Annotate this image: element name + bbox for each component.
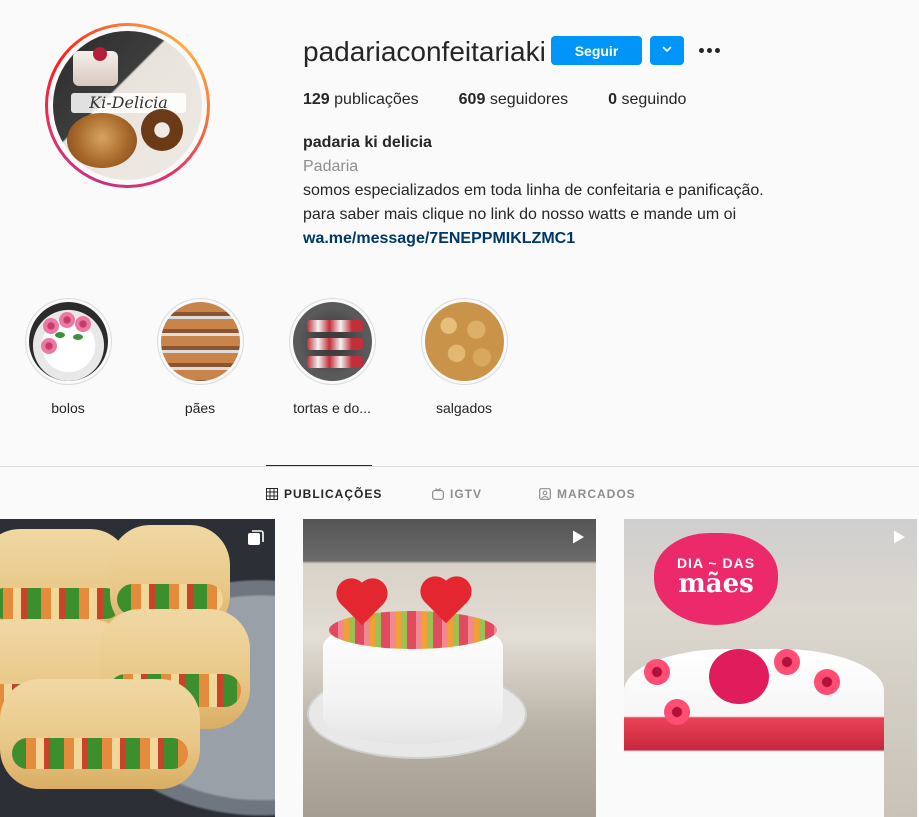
avatar-pie-shape: [67, 113, 137, 168]
avatar-bundt-shape: [141, 109, 183, 151]
highlight-cover-tortas: [292, 302, 372, 381]
bio-external-link[interactable]: wa.me/message/7ENEPPMIKLZMC1: [303, 227, 764, 251]
highlight-label: salgados: [435, 400, 493, 416]
rose-decoration: [74, 316, 91, 332]
wrap-filling: [12, 738, 188, 770]
tab-label: IGTV: [450, 487, 483, 501]
avatar-berry-shape: [93, 47, 107, 61]
leaf-decoration: [54, 332, 65, 338]
highlight-label: tortas e do...: [293, 400, 371, 416]
mothers-day-sign: DIA ~ DAS mães: [654, 533, 778, 625]
post-thumbnail[interactable]: [0, 519, 275, 817]
profile-bio: padaria ki delicia Padaria somos especia…: [303, 131, 764, 251]
rose-decoration: [664, 699, 690, 725]
tagged-icon: [539, 488, 551, 500]
highlight-cover-salgados: [424, 302, 504, 381]
stat-posts: 129 publicações: [303, 90, 419, 110]
highlight-label: pães: [184, 400, 216, 416]
avatar[interactable]: Ki-Delicia: [53, 31, 202, 180]
more-options-button[interactable]: [694, 36, 724, 65]
highlight-salgados[interactable]: salgados: [404, 298, 524, 417]
profile-stats: 129 publicações 609 seguidores 0 seguind…: [303, 90, 726, 110]
posts-label: publicações: [334, 91, 419, 108]
rose-decoration: [814, 669, 840, 695]
avatar-frame: Ki-Delicia: [48, 26, 207, 185]
follow-button[interactable]: Seguir: [551, 36, 642, 65]
rose-decoration: [774, 649, 800, 675]
followers-count: 609: [458, 91, 486, 108]
wrap-filling: [0, 588, 121, 620]
more-dot: [698, 48, 704, 53]
post-thumbnail[interactable]: [303, 519, 596, 817]
cake-shelf: [306, 320, 363, 332]
igtv-icon: [432, 488, 444, 500]
highlight-ring: [156, 298, 244, 385]
suggested-accounts-button[interactable]: [650, 36, 684, 65]
highlight-ring: [420, 298, 508, 385]
bio-line-1: somos especializados em toda linha de co…: [303, 182, 764, 199]
rose-decoration: [644, 659, 670, 685]
followers-label: seguidores: [489, 91, 569, 108]
leaf-decoration: [72, 334, 83, 340]
highlight-bolos[interactable]: bolos: [8, 298, 128, 417]
highlight-ring: [24, 298, 112, 385]
highlight-tortas[interactable]: tortas e do...: [272, 298, 392, 417]
video-icon: [891, 529, 907, 550]
sign-line-2: mães: [678, 569, 754, 599]
tabs-divider: [0, 466, 919, 467]
highlight-paes[interactable]: pães: [140, 298, 260, 417]
rose-decoration: [58, 312, 75, 328]
following-label: seguindo: [621, 91, 687, 108]
stat-followers[interactable]: 609 seguidores: [459, 90, 568, 110]
profile-username: padariaconfeitariaki: [303, 36, 546, 67]
stat-following[interactable]: 0 seguindo: [608, 90, 686, 110]
video-icon: [570, 529, 586, 550]
tab-label: PUBLICAÇÕES: [284, 487, 383, 501]
cake-shelf: [306, 356, 363, 368]
cake-shelf: [306, 338, 363, 350]
carousel-icon: [247, 529, 265, 552]
wrap-food-shape: [0, 679, 200, 789]
chevron-down-icon: [661, 43, 673, 58]
highlight-cover-paes: [160, 302, 240, 381]
tab-tagged[interactable]: MARCADOS: [539, 486, 636, 502]
tab-posts[interactable]: PUBLICAÇÕES: [266, 486, 382, 502]
tab-label: MARCADOS: [557, 487, 636, 501]
profile-full-name: padaria ki delicia: [303, 134, 432, 151]
bio-line-2: para saber mais clique no link do nosso …: [303, 206, 737, 223]
highlight-label: bolos: [51, 400, 85, 416]
tab-igtv[interactable]: IGTV: [432, 486, 482, 502]
more-dot: [706, 48, 712, 53]
highlight-cover-bolos: [28, 302, 108, 381]
grid-icon: [266, 488, 278, 500]
more-dot: [714, 48, 720, 53]
highlight-ring: [288, 298, 376, 385]
profile-avatar-story-ring[interactable]: Ki-Delicia: [45, 23, 210, 188]
rose-decoration: [40, 338, 57, 354]
active-tab-indicator: [266, 465, 372, 466]
posts-count: 129: [303, 91, 330, 108]
profile-category: Padaria: [303, 158, 359, 175]
following-count: 0: [608, 91, 617, 108]
heart-decoration: [709, 649, 769, 704]
post-thumbnail[interactable]: DIA ~ DAS mães: [624, 519, 917, 817]
